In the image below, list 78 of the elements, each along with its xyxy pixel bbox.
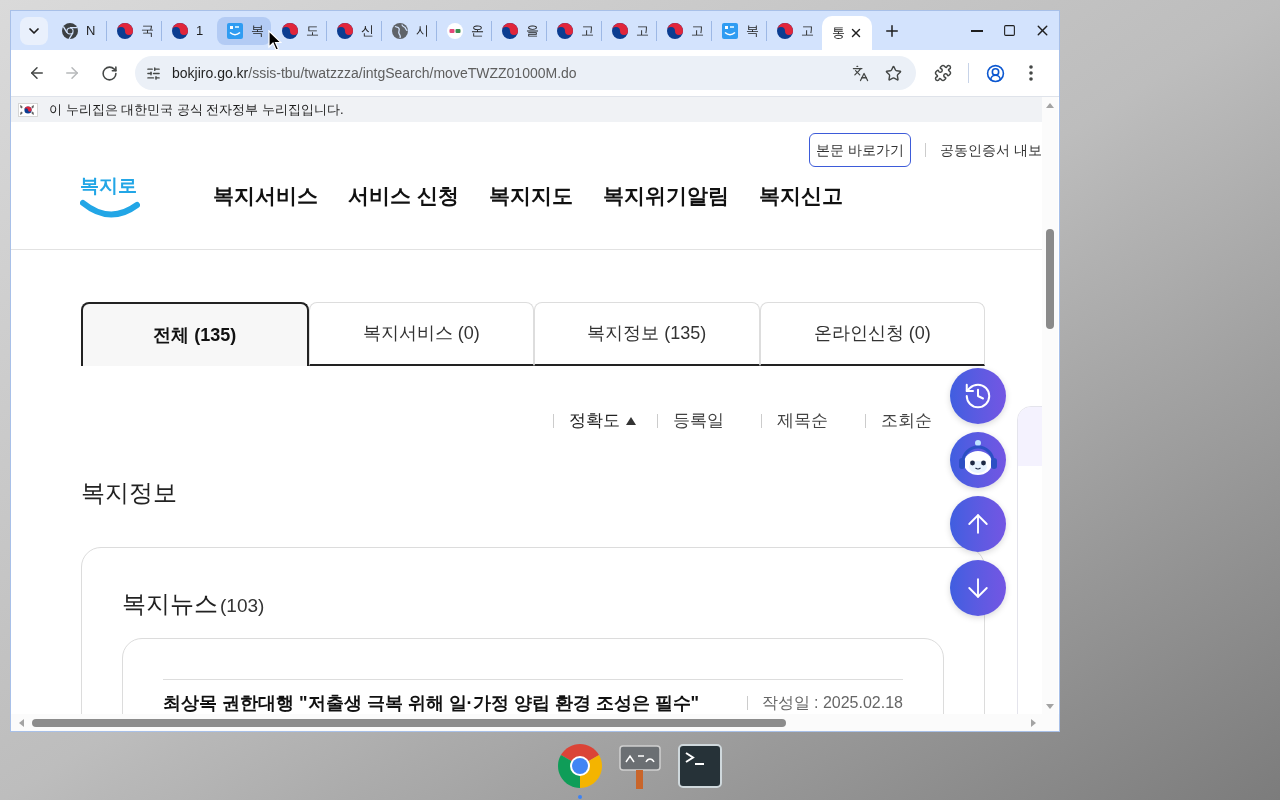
smile-tile-icon xyxy=(722,22,738,39)
minimize-icon xyxy=(970,29,983,32)
result-tab[interactable]: 복지서비스 (0) xyxy=(308,302,534,366)
chrome-logo-icon[interactable] xyxy=(556,742,604,790)
nav-link[interactable]: 복지서비스 xyxy=(213,180,318,212)
smile-tile-icon xyxy=(227,22,243,39)
chatbot-button[interactable] xyxy=(950,432,1006,488)
taegeuk-icon xyxy=(612,22,628,39)
globe-icon xyxy=(392,22,408,39)
nav-link[interactable]: 서비스 신청 xyxy=(348,180,459,212)
forward-arrow-icon xyxy=(63,64,81,82)
sort-option[interactable]: 제목순 xyxy=(777,408,828,434)
card-title: 복지뉴스 xyxy=(122,589,218,619)
browser-tab[interactable]: 시 xyxy=(382,16,436,45)
sort-option[interactable]: 등록일 xyxy=(673,408,724,434)
history-icon xyxy=(963,381,993,411)
browser-tab[interactable]: 통 xyxy=(822,16,872,50)
result-tab[interactable]: 복지정보 (135) xyxy=(534,302,760,366)
chrome-logo-icon xyxy=(62,22,78,39)
scroll-bottom-button[interactable] xyxy=(950,560,1006,616)
address-bar[interactable]: bokjiro.go.kr/ssis-tbu/twatzzza/intgSearch/moveTWZZ01000M.do xyxy=(135,56,916,90)
utility-link[interactable]: 공동인증서 내보 xyxy=(940,139,1042,161)
browser-tab[interactable]: 고 xyxy=(657,16,711,45)
browser-tab[interactable]: 복 xyxy=(712,16,766,45)
menu-icon xyxy=(1029,65,1033,81)
round-badge-icon xyxy=(447,22,463,39)
nav-link[interactable]: 복지신고 xyxy=(758,180,843,212)
scroll-top-button[interactable] xyxy=(950,496,1006,552)
browser-tab[interactable]: N xyxy=(52,16,106,45)
taegeuk-icon xyxy=(337,22,353,39)
puzzle-icon xyxy=(934,64,952,82)
browser-tab[interactable]: 고 xyxy=(547,16,601,45)
nav-link[interactable]: 복지위기알림 xyxy=(602,180,729,212)
section-title: 복지정보 xyxy=(81,478,177,508)
browser-tab[interactable]: 1 xyxy=(162,16,216,45)
taegeuk-icon xyxy=(117,22,133,39)
scrollbar-thumb[interactable] xyxy=(32,718,786,727)
recent-history-button[interactable] xyxy=(950,368,1006,424)
news-date: 작성일 : 2025.02.18 xyxy=(761,693,903,713)
taegeuk-icon xyxy=(282,22,298,39)
tab-list-button[interactable] xyxy=(20,16,48,45)
taegeuk-icon xyxy=(777,22,793,39)
sort-option[interactable]: 조회순 xyxy=(881,408,932,434)
korean-flag-icon xyxy=(18,102,38,117)
browser-tab[interactable]: 온 xyxy=(437,16,491,45)
signboard-icon[interactable] xyxy=(618,742,662,790)
url-text: bokjiro.go.kr/ssis-tbu/twatzzza/intgSearch/moveTWZZ01000M.do xyxy=(172,63,577,83)
browser-tab[interactable]: 고 xyxy=(602,16,656,45)
taegeuk-icon xyxy=(557,22,573,39)
reload-icon xyxy=(100,64,118,82)
skip-to-content-link[interactable]: 본문 바로가기 xyxy=(809,133,912,167)
scrollbar-thumb[interactable] xyxy=(1046,229,1054,329)
banner-text: 이 누리집은 대한민국 공식 전자정부 누리집입니다. xyxy=(49,100,344,119)
nav-link[interactable]: 복지지도 xyxy=(488,180,573,212)
result-tab[interactable]: 전체 (135) xyxy=(81,302,309,366)
taegeuk-icon xyxy=(667,22,683,39)
item-count: (103) xyxy=(220,594,265,618)
translate-icon xyxy=(851,64,869,82)
browser-tab[interactable]: 신 xyxy=(327,16,381,45)
browser-tab[interactable]: 복 xyxy=(217,16,271,45)
maximize-icon xyxy=(1003,24,1016,37)
browser-tab[interactable]: 고 xyxy=(767,16,821,45)
news-title-link[interactable]: 최상목 권한대행 "저출생 극복 위해 일·가정 양립 환경 조성은 필수" xyxy=(163,692,700,714)
star-icon xyxy=(884,64,902,82)
sort-option[interactable]: 정확도 xyxy=(569,408,636,434)
taegeuk-icon xyxy=(172,22,188,39)
vertical-scrollbar[interactable] xyxy=(1042,97,1058,714)
browser-tab[interactable]: 국 xyxy=(107,16,161,45)
site-info-icon xyxy=(145,65,161,81)
sort-ascending-icon xyxy=(626,417,636,425)
browser-tab[interactable]: 을 xyxy=(492,16,546,45)
terminal-icon[interactable] xyxy=(678,744,722,788)
horizontal-scrollbar[interactable] xyxy=(11,714,1059,731)
logo-smile-icon xyxy=(80,199,140,219)
result-tab[interactable]: 온라인신청 (0) xyxy=(759,302,985,366)
profile-icon xyxy=(985,63,1005,83)
close-tab-icon[interactable] xyxy=(849,26,863,40)
taegeuk-icon xyxy=(502,22,518,39)
